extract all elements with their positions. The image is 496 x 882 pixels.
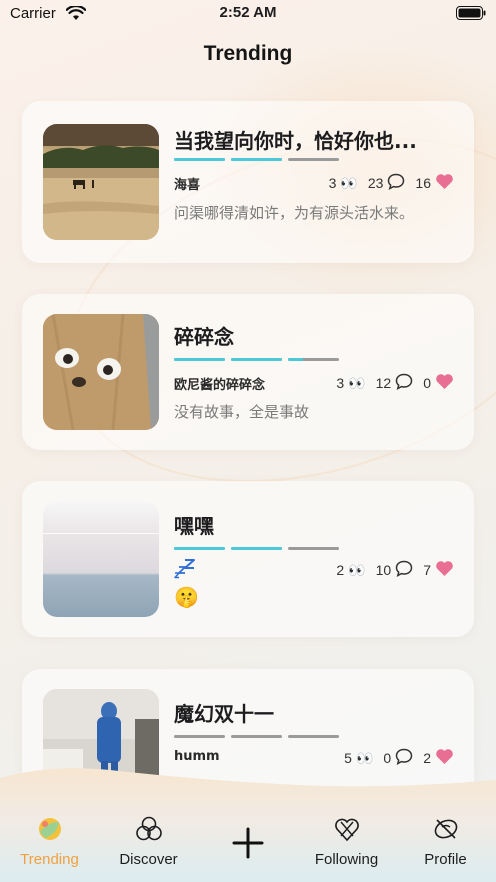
tab-discover[interactable]: Discover: [99, 806, 198, 882]
comment-icon[interactable]: [395, 560, 413, 580]
profile-icon: [396, 814, 495, 849]
like-count: 2: [423, 750, 431, 766]
progress-segment: [174, 735, 225, 738]
progress-segment: [288, 158, 339, 161]
comment-count: 23: [367, 175, 384, 191]
post-thumbnail: [43, 314, 159, 430]
plus-icon: [198, 826, 297, 865]
progress-segment: [288, 735, 339, 738]
sleep-icon[interactable]: [174, 559, 196, 583]
progress-segment: [288, 358, 339, 361]
page-title: Trending: [203, 42, 293, 65]
post-title: 魔幻双十一: [174, 702, 274, 726]
tab-label: Trending: [20, 851, 79, 868]
post-author[interactable]: 欧尼酱的碎碎念: [174, 374, 265, 393]
like-count: 16: [415, 175, 431, 191]
tab-profile[interactable]: Profile: [396, 806, 495, 882]
post-thumbnail: [43, 689, 159, 805]
progress-bars: [174, 547, 339, 550]
progress-segment: [231, 735, 282, 738]
heart-icon[interactable]: [435, 560, 454, 580]
heart-icon[interactable]: [435, 373, 454, 393]
comment-icon[interactable]: [395, 748, 413, 768]
like-count: 0: [423, 375, 431, 391]
post-author[interactable]: 海喜: [174, 174, 200, 193]
post-stats: 3 👀 23 16: [319, 173, 454, 193]
comment-count: 12: [375, 375, 392, 391]
post-thumbnail: [43, 501, 159, 617]
view-count: 2: [336, 562, 345, 578]
view-count: 3: [328, 175, 337, 191]
post-excerpt: 🤫: [174, 585, 199, 609]
view-count: 5: [344, 750, 352, 766]
tab-following[interactable]: Following: [297, 806, 396, 882]
progress-segment: [174, 158, 225, 161]
view-count: 3: [336, 375, 345, 391]
heart-icon[interactable]: [435, 173, 454, 193]
progress-bars: [174, 358, 339, 361]
clock: 2:52 AM: [219, 4, 277, 21]
tab-bar: Trending Discover Following Profile: [0, 806, 496, 882]
comment-icon[interactable]: [395, 373, 413, 393]
tab-trending[interactable]: Trending: [0, 806, 99, 882]
progress-segment: [174, 358, 225, 361]
post-title: 当我望向你时，恰好你也...: [174, 129, 417, 153]
post-title: 碎碎念: [174, 325, 234, 349]
post-author[interactable]: humm: [174, 749, 220, 764]
tab-label: Following: [314, 851, 379, 868]
post-card[interactable]: 碎碎念 欧尼酱的碎碎念 3 👀 12 0 没有故事，全是事故: [22, 294, 474, 450]
post-stats: 2 👀 10 7: [326, 560, 454, 580]
progress-segment: [231, 547, 282, 550]
progress-segment: [174, 547, 225, 550]
comment-count: 0: [383, 750, 392, 766]
eyes-icon: 👀: [348, 374, 366, 391]
progress-segment: [231, 358, 282, 361]
post-card[interactable]: 嘿嘿 2 👀 10 7 🤫: [22, 481, 474, 637]
eyes-icon: 👀: [340, 174, 358, 191]
comment-count: 10: [375, 562, 392, 578]
progress-segment: [231, 158, 282, 161]
progress-bars: [174, 158, 339, 161]
tab-add[interactable]: [198, 806, 297, 882]
progress-segment: [288, 547, 339, 550]
heart-icon[interactable]: [435, 748, 454, 768]
post-title: 嘿嘿: [174, 514, 214, 538]
eyes-icon: 👀: [348, 561, 366, 578]
tab-label: Discover: [119, 851, 178, 868]
post-stats: 5 👀 0 2: [334, 748, 454, 768]
post-thumbnail: [43, 124, 159, 240]
following-icon: [297, 814, 396, 849]
battery-icon: [456, 6, 486, 25]
discover-icon: [99, 814, 198, 849]
comment-icon[interactable]: [387, 173, 405, 193]
like-count: 7: [423, 562, 431, 578]
status-bar: Carrier 2:52 AM: [0, 0, 496, 30]
post-card[interactable]: 当我望向你时，恰好你也... 海喜 3 👀 23 16 问渠哪得清如许，为有源头活…: [22, 101, 474, 263]
trending-icon: [0, 814, 99, 849]
tab-label: Profile: [424, 851, 467, 868]
progress-bars: [174, 735, 339, 738]
post-stats: 3 👀 12 0: [326, 373, 454, 393]
post-excerpt: 问渠哪得清如许，为有源头活水来。: [174, 204, 415, 222]
eyes-icon: 👀: [355, 749, 374, 766]
post-excerpt: 没有故事，全是事故: [174, 403, 310, 421]
